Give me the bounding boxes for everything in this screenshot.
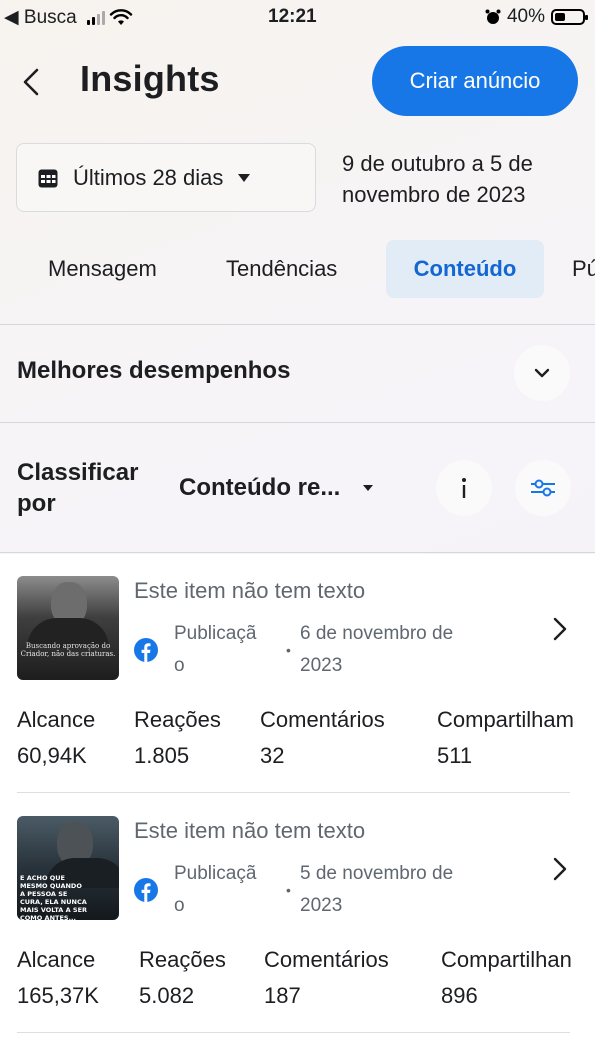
post-date-line-1: 6 de novembro de (300, 623, 454, 644)
chevron-down-icon (534, 368, 550, 378)
metric-shares: Compartilhan 896 (441, 942, 595, 1014)
page-title: Insights (80, 58, 220, 99)
post-text: Este item não tem texto (134, 578, 366, 603)
metric-reach: Alcance 60,94K (17, 702, 95, 774)
metric-label: Alcance (17, 947, 96, 972)
post-type-line-1: Publicaçã (174, 623, 257, 644)
facebook-icon (134, 878, 158, 902)
clock: 12:21 (268, 6, 317, 27)
post-thumbnail: Buscando aprovação do Criador, não das c… (17, 576, 119, 680)
wifi-icon (109, 8, 132, 25)
post-date: 5 de novembro de 2023 (300, 858, 500, 922)
post-type-line-1: Publicaçã (174, 863, 257, 884)
row-divider (17, 792, 570, 793)
date-range-line-2: novembro de 2023 (342, 182, 526, 207)
battery-percent: 40% (506, 6, 545, 27)
post-date-line-1: 5 de novembro de (300, 863, 454, 884)
caret-down-icon (363, 485, 374, 491)
divider (0, 422, 595, 423)
post-text: Este item não tem texto (134, 818, 366, 843)
cellular-signal-icon (86, 10, 105, 25)
metric-reactions: Reações 1.805 (134, 702, 221, 774)
caret-down-icon (238, 173, 251, 182)
date-range-selected: Últimos 28 dias (73, 164, 224, 190)
best-performers-title: Melhores desempenhos (17, 357, 291, 384)
sort-label: Classificar por (17, 459, 139, 517)
post-list: Buscando aprovação do Criador, não das c… (0, 554, 595, 1042)
date-range-text: 9 de outubro a 5 de novembro de 2023 (342, 148, 582, 210)
status-right: 40% (485, 6, 588, 28)
divider (0, 552, 595, 553)
metric-value: 5.082 (139, 983, 195, 1008)
tab-tendencias[interactable]: Tendências (226, 240, 337, 298)
post-type-line-2: o (174, 895, 185, 916)
post-type-line-2: o (174, 655, 185, 676)
post-date-line-2: 2023 (300, 655, 343, 676)
post-thumbnail: E ACHO QUE MESMO QUANDO A PESSOA SE CURA… (17, 816, 119, 920)
metric-value: 187 (264, 983, 301, 1008)
chevron-right-icon[interactable] (550, 856, 570, 882)
metric-value: 896 (441, 983, 478, 1008)
metric-value: 511 (437, 743, 473, 768)
metric-reach: Alcance 165,37K (17, 942, 99, 1014)
date-range-dropdown[interactable]: Últimos 28 dias (16, 143, 316, 212)
metric-label: Alcance (17, 707, 96, 732)
post-item[interactable]: E ACHO QUE MESMO QUANDO A PESSOA SE CURA… (0, 794, 595, 1034)
alarm-icon (485, 9, 501, 24)
sliders-icon (531, 479, 555, 497)
info-icon (462, 478, 466, 498)
sort-selected-value: Conteúdo re... (179, 474, 341, 501)
metric-label: Comentários (260, 707, 385, 732)
post-type: Publicaçã o (174, 858, 274, 922)
status-bar: ◀ Busca 12:21 40% (0, 0, 595, 36)
expand-best-performers-button[interactable] (514, 345, 570, 401)
row-divider (17, 1032, 570, 1033)
post-item[interactable]: Buscando aprovação do Criador, não das c… (0, 554, 595, 794)
back-to-app-link[interactable]: ◀ Busca (4, 6, 77, 29)
metric-label: Compartilham (437, 707, 574, 732)
insights-tabs: Mensagem Tendências Conteúdo Pú (0, 240, 595, 300)
chevron-left-icon (23, 68, 39, 96)
thumbnail-caption: E ACHO QUE MESMO QUANDO A PESSOA SE CURA… (20, 874, 88, 920)
metric-value: 165,37K (17, 983, 99, 1008)
calendar-icon (38, 169, 58, 187)
separator-dot: • (286, 882, 291, 898)
tab-conteudo[interactable]: Conteúdo (386, 240, 544, 298)
back-button[interactable] (22, 62, 52, 102)
facebook-icon (134, 638, 158, 662)
thumbnail-caption: Buscando aprovação do Criador, não das c… (20, 642, 116, 658)
post-type: Publicaçã o (174, 618, 274, 682)
metric-value: 60,94K (17, 743, 87, 768)
battery-fill (555, 13, 565, 21)
sort-dropdown[interactable]: Conteúdo re... (179, 474, 374, 502)
metric-label: Compartilhan (441, 947, 572, 972)
metric-shares: Compartilham 511 (437, 702, 595, 774)
divider (0, 324, 595, 325)
post-date: 6 de novembro de 2023 (300, 618, 500, 682)
tab-mensagem[interactable]: Mensagem (48, 240, 157, 298)
filter-settings-button[interactable] (515, 460, 571, 516)
metric-comments: Comentários 32 (260, 702, 385, 774)
metric-value: 32 (260, 743, 285, 768)
separator-dot: • (286, 642, 291, 658)
post-date-line-2: 2023 (300, 895, 343, 916)
status-left: ◀ Busca (4, 6, 133, 29)
metric-label: Reações (134, 707, 221, 732)
metric-label: Comentários (264, 947, 389, 972)
metric-label: Reações (139, 947, 226, 972)
battery-icon (551, 9, 588, 25)
info-button[interactable] (436, 460, 492, 516)
metric-value: 1.805 (134, 743, 190, 768)
metric-comments: Comentários 187 (264, 942, 389, 1014)
chevron-right-icon[interactable] (550, 616, 570, 642)
metric-reactions: Reações 5.082 (139, 942, 226, 1014)
date-range-line-1: 9 de outubro a 5 de (342, 151, 533, 176)
create-ad-button[interactable]: Criar anúncio (372, 46, 578, 116)
tab-publico[interactable]: Pú (572, 240, 595, 298)
